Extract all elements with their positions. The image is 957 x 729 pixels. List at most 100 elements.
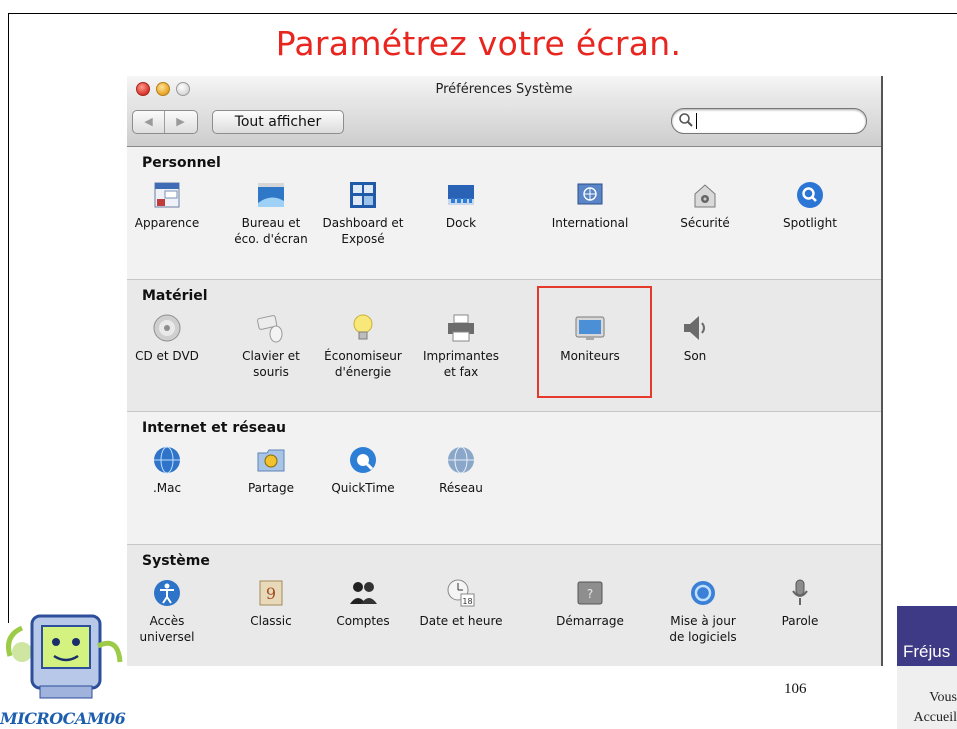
pref-parole[interactable]: Parole bbox=[754, 577, 846, 629]
pref-securite[interactable]: Sécurité bbox=[659, 179, 751, 231]
pref-label: Classic bbox=[250, 614, 292, 628]
window-toolbar: ◀ ▶ Tout afficher bbox=[127, 102, 881, 147]
back-arrow-icon[interactable]: ◀ bbox=[133, 111, 165, 133]
pref-label: Comptes bbox=[336, 614, 390, 628]
frejus-tagline-line2: Accueil bbox=[913, 710, 957, 725]
pref-acces-universel[interactable]: Accès universel bbox=[127, 577, 213, 645]
pref-international[interactable]: International bbox=[544, 179, 636, 231]
pref-dashboard[interactable]: Dashboard et Exposé bbox=[317, 179, 409, 247]
forward-arrow-icon[interactable]: ▶ bbox=[165, 111, 196, 133]
section-personnel: Personnel Apparence Bureau et éco. d'écr… bbox=[127, 147, 881, 280]
pref-son[interactable]: Son bbox=[649, 312, 741, 364]
appearance-icon bbox=[154, 182, 180, 208]
pref-label: Mise à jour de logiciels bbox=[669, 614, 737, 644]
section-title: Système bbox=[142, 553, 210, 569]
energy-bulb-icon bbox=[353, 314, 373, 340]
pref-apparence[interactable]: Apparence bbox=[127, 179, 213, 231]
svg-text:9: 9 bbox=[266, 584, 276, 603]
pref-label: Date et heure bbox=[419, 614, 503, 628]
pref-imprimantes[interactable]: Imprimantes et fax bbox=[415, 312, 507, 380]
window-title: Préférences Système bbox=[435, 82, 573, 97]
pref-label: .Mac bbox=[152, 481, 182, 495]
pref-label: Dock bbox=[445, 216, 477, 230]
frejus-logo: Fréjus Vous Accueil bbox=[897, 606, 957, 729]
pref-label: Imprimantes et fax bbox=[422, 349, 500, 379]
slide-title: Paramétrez votre écran. bbox=[275, 24, 682, 63]
pref-label: Sécurité bbox=[680, 216, 730, 230]
pref-label: Apparence bbox=[134, 216, 200, 230]
pref-label: Réseau bbox=[439, 481, 483, 495]
search-input[interactable] bbox=[671, 108, 867, 134]
svg-text:18: 18 bbox=[462, 597, 472, 606]
startup-disk-icon: ? bbox=[577, 581, 603, 605]
pref-label: Démarrage bbox=[556, 614, 624, 628]
cd-dvd-icon bbox=[153, 314, 181, 342]
show-all-button[interactable]: Tout afficher bbox=[212, 110, 344, 134]
network-globe-icon bbox=[448, 446, 474, 474]
section-title: Matériel bbox=[142, 288, 208, 304]
pref-label: Parole bbox=[781, 614, 819, 628]
pref-label: Bureau et éco. d'écran bbox=[234, 216, 308, 246]
section-title: Personnel bbox=[142, 155, 221, 171]
quicktime-icon bbox=[350, 447, 376, 473]
universal-access-icon bbox=[154, 580, 180, 606]
frejus-logo-name: Fréjus bbox=[903, 642, 951, 661]
pref-dock[interactable]: Dock bbox=[415, 179, 507, 231]
pref-comptes[interactable]: Comptes bbox=[317, 577, 409, 629]
pref-label: Clavier et souris bbox=[242, 349, 300, 379]
pref-dotmac[interactable]: .Mac bbox=[127, 444, 213, 496]
section-materiel: Matériel CD et DVD Clavier et souris Éco… bbox=[127, 280, 881, 412]
accounts-icon bbox=[350, 582, 377, 604]
dock-icon bbox=[448, 185, 474, 205]
international-flag-icon bbox=[577, 183, 603, 205]
security-house-icon bbox=[694, 184, 716, 208]
section-systeme: Système Accès universel 9 Classic Compte… bbox=[127, 545, 881, 666]
pref-reseau[interactable]: Réseau bbox=[415, 444, 507, 496]
pref-clavier-souris[interactable]: Clavier et souris bbox=[225, 312, 317, 380]
desktop-screensaver-icon bbox=[258, 183, 284, 207]
microcam-logo-text: MICROCAM06 bbox=[0, 709, 126, 728]
pref-label: Économiseur d'énergie bbox=[324, 349, 402, 379]
pref-label: Spotlight bbox=[783, 216, 837, 230]
pref-label: CD et DVD bbox=[135, 349, 199, 363]
pref-label: Partage bbox=[247, 481, 295, 495]
moniteurs-highlight-box bbox=[537, 286, 652, 398]
pref-label: Dashboard et Exposé bbox=[322, 216, 404, 246]
section-title: Internet et réseau bbox=[142, 420, 286, 436]
speech-microphone-icon bbox=[792, 579, 808, 605]
software-update-icon bbox=[691, 581, 715, 605]
pref-label: Son bbox=[683, 349, 707, 363]
pref-label: Accès universel bbox=[139, 614, 195, 644]
pref-mise-a-jour[interactable]: Mise à jour de logiciels bbox=[657, 577, 749, 645]
keyboard-mouse-icon bbox=[257, 315, 283, 343]
pref-economiseur[interactable]: Économiseur d'énergie bbox=[317, 312, 409, 380]
pref-label: International bbox=[551, 216, 629, 230]
pref-partage[interactable]: Partage bbox=[225, 444, 317, 496]
pref-spotlight[interactable]: Spotlight bbox=[764, 179, 856, 231]
printer-icon bbox=[448, 314, 474, 342]
search-icon bbox=[679, 113, 693, 127]
slide-frame-left bbox=[8, 13, 9, 623]
speaker-icon bbox=[684, 316, 705, 340]
pref-label: QuickTime bbox=[331, 481, 395, 495]
pref-classic[interactable]: 9 Classic bbox=[225, 577, 317, 629]
date-time-icon: 18 bbox=[447, 579, 475, 607]
nav-segmented-control: ◀ ▶ bbox=[132, 110, 198, 134]
svg-text:?: ? bbox=[587, 587, 593, 601]
frejus-tagline-line1: Vous bbox=[929, 690, 957, 705]
pref-date-heure[interactable]: 18 Date et heure bbox=[415, 577, 507, 629]
dotmac-globe-icon bbox=[154, 446, 180, 474]
text-caret bbox=[696, 113, 697, 129]
spotlight-icon bbox=[797, 182, 823, 208]
pref-cd-dvd[interactable]: CD et DVD bbox=[127, 312, 213, 364]
window-titlebar[interactable]: Préférences Système bbox=[127, 76, 881, 102]
sharing-folder-icon bbox=[257, 449, 285, 472]
classic-icon: 9 bbox=[259, 580, 283, 606]
pref-demarrage[interactable]: ? Démarrage bbox=[544, 577, 636, 629]
pref-bureau[interactable]: Bureau et éco. d'écran bbox=[225, 179, 317, 247]
pref-quicktime[interactable]: QuickTime bbox=[317, 444, 409, 496]
section-internet-reseau: Internet et réseau .Mac Partage QuickTim bbox=[127, 412, 881, 545]
page-number: 106 bbox=[784, 681, 807, 697]
dashboard-expose-icon bbox=[350, 182, 376, 208]
system-preferences-window: Préférences Système ◀ ▶ Tout afficher Pe… bbox=[127, 76, 883, 666]
